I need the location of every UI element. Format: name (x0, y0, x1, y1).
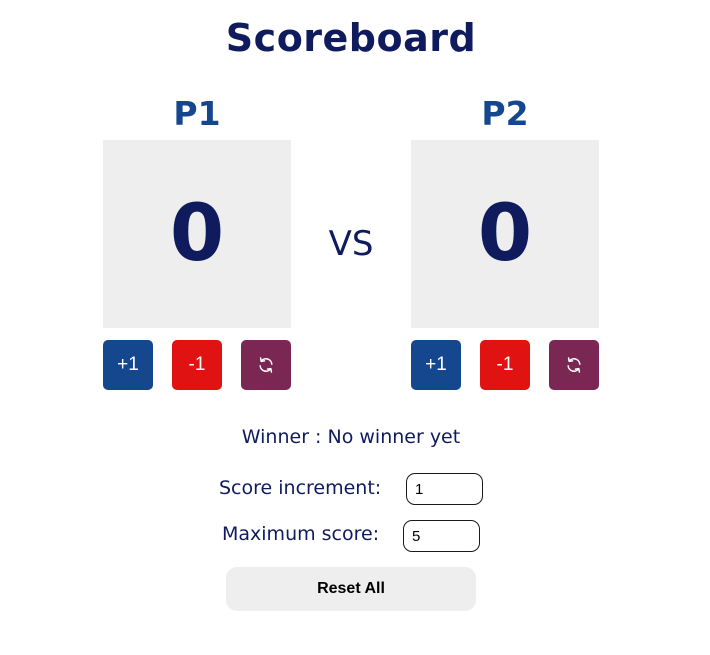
refresh-icon (259, 357, 273, 373)
player-2-reset-button[interactable] (549, 340, 599, 390)
player-2-name: P2 (481, 94, 529, 133)
maximum-score-input[interactable] (403, 520, 480, 552)
player-2-score: 0 (411, 140, 599, 328)
score-increment-input[interactable] (406, 473, 483, 505)
reset-all-button[interactable]: Reset All (226, 567, 476, 611)
refresh-icon (567, 357, 581, 373)
player-1-name: P1 (173, 94, 221, 133)
player-1-score: 0 (103, 140, 291, 328)
maximum-score-label: Maximum score: (222, 523, 380, 545)
player-1-reset-button[interactable] (241, 340, 291, 390)
scoreboard-title: Scoreboard (225, 16, 477, 60)
player-1-decrement-button[interactable]: -1 (172, 340, 222, 390)
player-2-decrement-button[interactable]: -1 (480, 340, 530, 390)
winner-status: Winner : No winner yet (241, 426, 461, 448)
vs-label: VS (328, 224, 374, 264)
score-increment-label: Score increment: (219, 477, 382, 499)
player-2-increment-button[interactable]: +1 (411, 340, 461, 390)
player-1-increment-button[interactable]: +1 (103, 340, 153, 390)
